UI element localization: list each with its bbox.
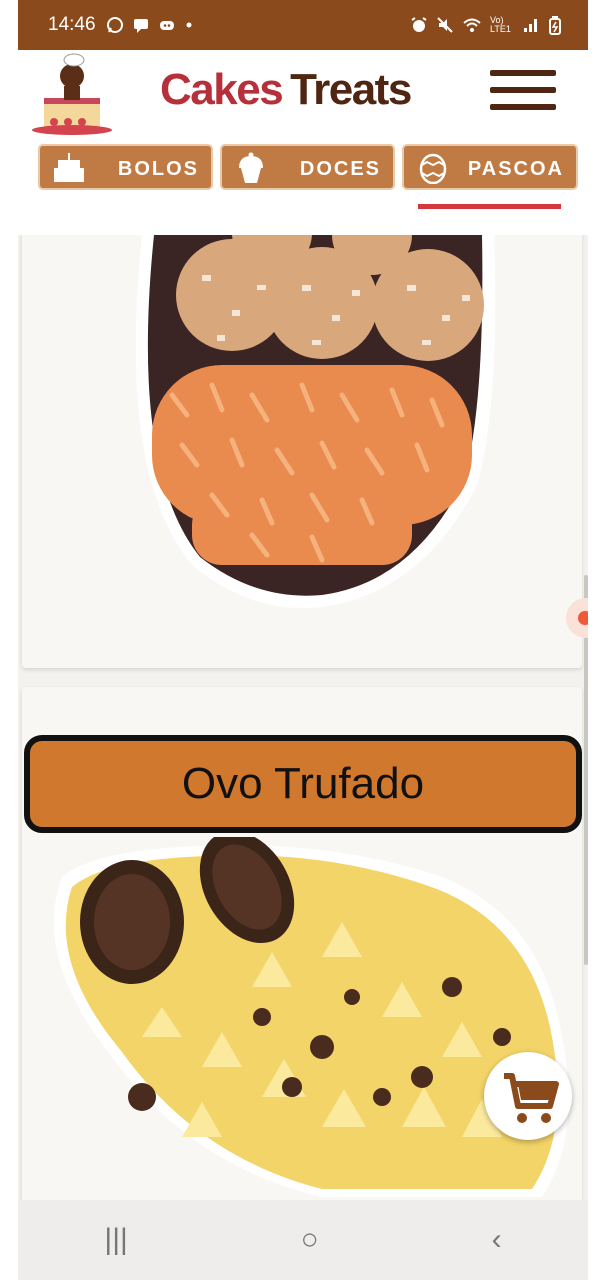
- home-button[interactable]: ○: [301, 1223, 319, 1257]
- menu-icon[interactable]: [490, 70, 556, 114]
- chat-icon: [133, 19, 148, 33]
- system-navigation-bar: ||| ○ ‹: [18, 1200, 588, 1280]
- app-header: Cakes Treats BOLOS DOCES PASCOA: [18, 50, 588, 235]
- recent-apps-button[interactable]: |||: [104, 1223, 127, 1257]
- wifi-icon: [463, 18, 481, 32]
- status-bar: 14:46 Vo) LTE1: [18, 0, 588, 50]
- tab-label: DOCES: [299, 158, 381, 180]
- easter-egg-icon: [419, 153, 447, 184]
- brand-part-treats: Treats: [290, 65, 412, 114]
- product-image: [53, 837, 569, 1197]
- whatsapp-icon: [106, 17, 123, 33]
- mute-icon: [437, 17, 453, 33]
- back-button[interactable]: ‹: [492, 1223, 502, 1257]
- tab-pascoa[interactable]: PASCOA: [402, 144, 578, 190]
- cart-button[interactable]: [484, 1052, 572, 1140]
- dot-icon: [186, 22, 192, 28]
- cupcake-icon: [239, 152, 263, 183]
- tab-doces[interactable]: DOCES: [220, 144, 395, 190]
- brand-name: Cakes Treats: [160, 65, 412, 115]
- brand-part-cakes: Cakes: [160, 65, 284, 114]
- product-card[interactable]: [22, 235, 582, 668]
- category-tabs: BOLOS DOCES PASCOA: [38, 144, 578, 192]
- product-image: [135, 235, 496, 609]
- notification-icons: [106, 16, 194, 34]
- product-title-bar[interactable]: Ovo Trufado: [24, 735, 582, 833]
- tab-bolos[interactable]: BOLOS: [38, 144, 213, 190]
- system-icons: Vo) LTE1: [410, 15, 562, 35]
- tab-label: BOLOS: [117, 158, 199, 180]
- active-tab-indicator: [418, 204, 561, 209]
- signal-icon: [524, 19, 537, 32]
- phone-screen: 14:46 Vo) LTE1 Cakes Treats BOLOS DOCES …: [18, 0, 588, 1280]
- volte-icon: Vo) LTE1: [490, 15, 511, 34]
- status-time: 14:46: [48, 14, 96, 35]
- product-title: Ovo Trufado: [181, 759, 425, 808]
- battery-icon: [549, 16, 561, 35]
- alarm-icon: [411, 17, 427, 32]
- tab-label: PASCOA: [467, 158, 564, 180]
- discord-icon: [159, 21, 174, 30]
- cakes-treats-logo[interactable]: [30, 52, 114, 136]
- cake-icon: [54, 153, 84, 182]
- shopping-cart-icon: [504, 1073, 559, 1123]
